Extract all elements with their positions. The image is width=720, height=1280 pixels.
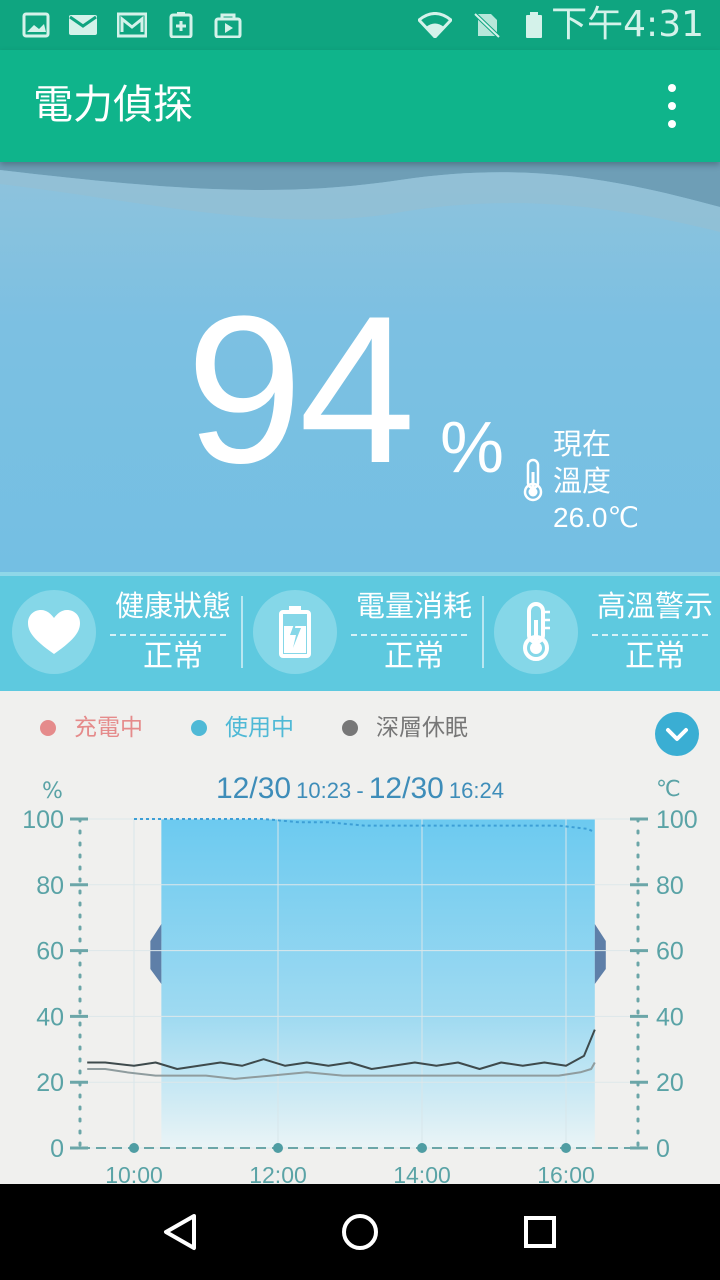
percent-sign: %	[440, 408, 505, 488]
x-tick-label: 14:00	[393, 1162, 451, 1184]
play-store-notification-icon	[214, 13, 242, 38]
battery-icon	[526, 12, 542, 38]
home-icon[interactable]	[330, 1202, 390, 1262]
chart-panel: 充電中 使用中 深層休眠 12/30 10:23 - 12/30 16:24 %…	[0, 691, 720, 1184]
thermometer-small-icon	[523, 458, 543, 502]
power-usage-value: 正常	[384, 639, 444, 674]
battery-hero: 94 % 現在 溫度 26.0℃	[0, 162, 720, 572]
x-tick-dot	[417, 1143, 427, 1153]
x-tick-dot	[561, 1143, 571, 1153]
mail-notification-icon	[69, 15, 97, 35]
x-tick-label: 12:00	[249, 1162, 307, 1184]
x-tick-dot	[129, 1143, 139, 1153]
wifi-icon	[418, 12, 452, 38]
app-bar: 電力偵探	[0, 50, 720, 162]
power-usage-card[interactable]: 電量消耗 正常	[241, 572, 481, 691]
heart-icon	[12, 590, 96, 674]
in-use-region	[161, 819, 595, 1148]
image-notification-icon	[22, 12, 50, 38]
y-tick-label-left: 80	[36, 872, 64, 900]
y-tick-label-left: 100	[22, 806, 64, 834]
navigation-bar	[0, 1184, 720, 1280]
back-icon[interactable]	[150, 1202, 210, 1262]
more-vert-icon[interactable]	[650, 78, 694, 134]
y-tick-label-left: 0	[50, 1135, 64, 1163]
no-sim-icon	[473, 12, 501, 38]
clock: 下午4:31	[551, 4, 704, 45]
power-usage-label: 電量消耗	[355, 589, 472, 623]
temperature-label-line2: 溫度	[553, 464, 612, 498]
y-tick-label-right: 20	[656, 1069, 684, 1097]
app-title: 電力偵探	[33, 82, 193, 128]
y-tick-label-left: 40	[36, 1003, 64, 1031]
y-tick-label-right: 60	[656, 938, 684, 966]
thermometer-icon	[494, 590, 578, 674]
y-tick-label-right: 100	[656, 806, 698, 834]
y-tick-label-left: 20	[36, 1069, 64, 1097]
in-use-end-marker	[594, 924, 606, 984]
battery-percent: 94	[186, 272, 416, 507]
high-temp-alert-value: 正常	[625, 639, 685, 674]
high-temp-alert-label: 高溫警示	[596, 589, 713, 623]
status-bar: 下午4:31	[0, 0, 720, 50]
temperature-label-line1: 現在	[553, 427, 612, 461]
x-tick-dot	[273, 1143, 283, 1153]
high-temp-alert-card[interactable]: 高溫警示 正常	[482, 572, 720, 691]
gmail-notification-icon	[117, 12, 147, 38]
recents-icon[interactable]	[510, 1202, 570, 1262]
temperature-value: 26.0℃	[553, 502, 639, 533]
health-status-card[interactable]: 健康狀態 正常	[0, 572, 240, 691]
in-use-start-marker	[150, 924, 162, 984]
status-strip: 健康狀態 正常 電量消耗 正常 高溫警示 正常	[0, 572, 720, 691]
temperature-label: 現在 溫度	[553, 426, 611, 500]
y-tick-label-right: 40	[656, 1003, 684, 1031]
y-tick-label-right: 0	[656, 1135, 670, 1163]
y-tick-label-right: 80	[656, 872, 684, 900]
health-status-value: 正常	[143, 639, 203, 674]
x-tick-label: 16:00	[537, 1162, 595, 1184]
health-status-label: 健康狀態	[114, 589, 231, 623]
battery-charge-icon	[253, 590, 337, 674]
battery-app-notification-icon	[169, 12, 193, 38]
battery-history-chart[interactable]: 0 0 20 20 40 40 60 60 80 80 100 100 10:00 12:00 14:00 1…	[0, 691, 720, 1184]
y-tick-label-left: 60	[36, 938, 64, 966]
x-tick-label: 10:00	[105, 1162, 163, 1184]
